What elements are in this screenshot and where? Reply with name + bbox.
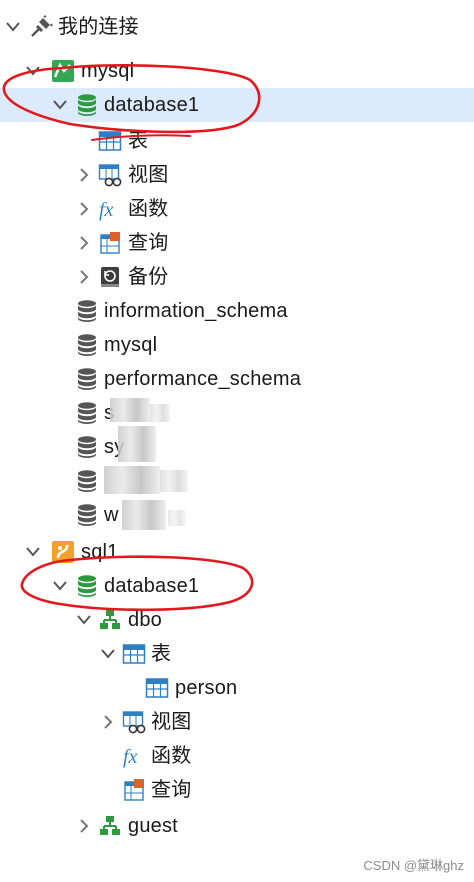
chevron-right-icon[interactable] bbox=[99, 705, 117, 739]
chevron-right-icon[interactable] bbox=[75, 192, 93, 226]
tree-item-database[interactable]: s bbox=[0, 396, 474, 430]
database-icon bbox=[75, 469, 99, 493]
tree-item-sql1-database1[interactable]: database1 bbox=[0, 569, 474, 603]
tree-label: 视图 bbox=[151, 711, 192, 733]
database-icon bbox=[75, 367, 99, 391]
database-icon bbox=[75, 574, 99, 598]
tree-root-connections[interactable]: 我的连接 bbox=[0, 10, 474, 44]
watermark: CSDN @黛琳ghz bbox=[363, 858, 464, 873]
chevron-down-icon[interactable] bbox=[51, 569, 69, 603]
tree-item-schema-dbo[interactable]: dbo bbox=[0, 603, 474, 637]
tree-item-mysql-database1[interactable]: database1 bbox=[0, 88, 474, 122]
tree-label: 函数 bbox=[128, 198, 169, 220]
chevron-down-icon[interactable] bbox=[99, 637, 117, 671]
tree-item-functions[interactable]: 函数 bbox=[0, 192, 474, 226]
plug-icon bbox=[29, 15, 53, 39]
mysql-icon bbox=[51, 59, 75, 83]
tree-label: w bbox=[104, 504, 119, 526]
database-icon bbox=[75, 333, 99, 357]
tree-label: guest bbox=[128, 815, 178, 837]
tree-item-tables[interactable]: 表 bbox=[0, 637, 474, 671]
tree-item-backups[interactable]: 备份 bbox=[0, 260, 474, 294]
chevron-right-icon[interactable] bbox=[75, 809, 93, 843]
chevron-right-icon[interactable] bbox=[75, 260, 93, 294]
chevron-right-icon[interactable] bbox=[75, 226, 93, 260]
chevron-down-icon[interactable] bbox=[24, 535, 42, 569]
tree-label: dbo bbox=[128, 609, 162, 631]
database-icon bbox=[75, 435, 99, 459]
tree-item-queries[interactable]: 查询 bbox=[0, 773, 474, 807]
chevron-down-icon[interactable] bbox=[75, 603, 93, 637]
tree-item-database[interactable] bbox=[0, 464, 474, 498]
tree-label: 查询 bbox=[151, 779, 192, 801]
tree-item-tables[interactable]: 表 bbox=[0, 124, 474, 158]
database-icon bbox=[75, 299, 99, 323]
chevron-down-icon[interactable] bbox=[51, 88, 69, 122]
tree-item-views[interactable]: 视图 bbox=[0, 705, 474, 739]
view-icon bbox=[98, 163, 122, 187]
database-icon bbox=[75, 401, 99, 425]
tree-label: database1 bbox=[104, 575, 200, 597]
tree-item-table-person[interactable]: person bbox=[0, 671, 474, 705]
function-icon bbox=[98, 197, 122, 221]
chevron-down-icon[interactable] bbox=[24, 54, 42, 88]
tree-label: person bbox=[175, 677, 238, 699]
tree-item-database[interactable]: information_schema bbox=[0, 294, 474, 328]
chevron-right-icon[interactable] bbox=[75, 158, 93, 192]
tree-label: mysql bbox=[81, 60, 135, 82]
function-icon bbox=[122, 744, 146, 768]
tree-item-mysql-connection[interactable]: mysql bbox=[0, 54, 474, 88]
schema-icon bbox=[98, 608, 122, 632]
backup-icon bbox=[98, 265, 122, 289]
table-icon bbox=[122, 642, 146, 666]
tree-item-functions[interactable]: 函数 bbox=[0, 739, 474, 773]
chevron-down-icon[interactable] bbox=[4, 10, 22, 44]
table-icon bbox=[98, 129, 122, 153]
schema-icon bbox=[98, 814, 122, 838]
query-icon bbox=[122, 778, 146, 802]
tree-label: 我的连接 bbox=[58, 16, 139, 38]
tree-item-database[interactable]: performance_schema bbox=[0, 362, 474, 396]
tree-label: information_schema bbox=[104, 300, 288, 322]
sqlserver-icon bbox=[51, 540, 75, 564]
tree-label: 查询 bbox=[128, 232, 169, 254]
tree-label: 备份 bbox=[128, 266, 169, 288]
tree-item-database[interactable]: sy bbox=[0, 430, 474, 464]
tree-label: 表 bbox=[151, 643, 172, 665]
tree-label: sql1 bbox=[81, 541, 119, 563]
tree-label: database1 bbox=[104, 94, 200, 116]
tree-item-sql1-connection[interactable]: sql1 bbox=[0, 535, 474, 569]
tree-item-queries[interactable]: 查询 bbox=[0, 226, 474, 260]
tree-label: 函数 bbox=[151, 745, 192, 767]
query-icon bbox=[98, 231, 122, 255]
tree-label: mysql bbox=[104, 334, 158, 356]
tree-label: performance_schema bbox=[104, 368, 302, 390]
tree-item-schema-guest[interactable]: guest bbox=[0, 809, 474, 843]
table-icon bbox=[145, 676, 169, 700]
tree-item-database[interactable]: w bbox=[0, 498, 474, 532]
tree-item-views[interactable]: 视图 bbox=[0, 158, 474, 192]
database-icon bbox=[75, 503, 99, 527]
database-icon bbox=[75, 93, 99, 117]
tree-label: 表 bbox=[128, 130, 149, 152]
view-icon bbox=[122, 710, 146, 734]
tree-label: 视图 bbox=[128, 164, 169, 186]
tree-item-database[interactable]: mysql bbox=[0, 328, 474, 362]
